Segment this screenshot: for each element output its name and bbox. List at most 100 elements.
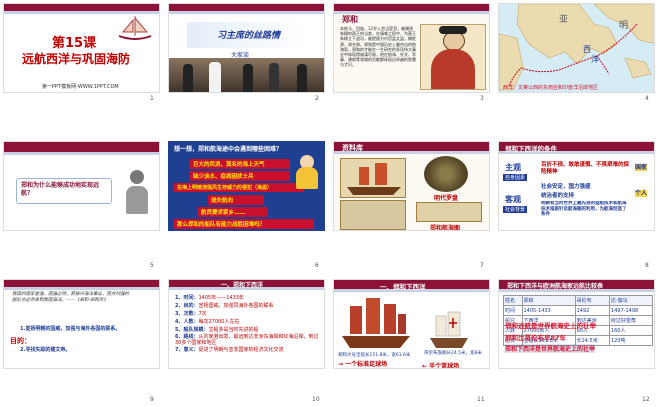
slide-thumb-5[interactable]: 郑和为什么能够成功地实现远航？	[3, 141, 160, 231]
info-val: 宝船多是当时先进的船	[208, 327, 259, 333]
question-box: 郑和为什么能够成功地实现远航？	[16, 178, 112, 204]
treasure-ship-caption: 郑和大号宝船长151.8米，宽61.6米	[338, 353, 411, 358]
slide-number: 4	[645, 95, 649, 102]
slide-number: 9	[150, 396, 154, 403]
nautical-chart	[340, 200, 406, 230]
question-text: 郑和为什么能够成功地实现远航？	[21, 182, 100, 197]
slide-heading: 郑和下西洋与欧洲航海家远航比较表	[507, 283, 604, 290]
compass-image	[416, 156, 476, 192]
info-key: 4、人数：	[175, 319, 199, 325]
item-2: 缺少淡水、疫病困扰士兵	[190, 171, 290, 181]
info-key: 2、目的：	[175, 303, 199, 309]
table-cell: 郑和	[521, 295, 576, 306]
photo-leaders	[169, 58, 324, 92]
slide-header-bar	[334, 4, 489, 14]
lesson-number: 第15课	[52, 36, 97, 51]
item-6: 那么郑和的船队有能力战胜困难吗？	[174, 219, 314, 229]
info-row: 2、目的：宣扬国威，加强同海外各国的联系	[175, 302, 321, 310]
info-val: 1405年——1433年	[198, 295, 244, 301]
slide-number: 8	[645, 262, 649, 269]
slide-number: 2	[315, 95, 319, 102]
overlay-text-1: 郑和远航是世界航海史上的壮举	[505, 322, 596, 330]
info-val: 每次27000人左右	[198, 319, 240, 325]
table-cell: 120吨	[608, 335, 654, 346]
purpose-1: 1.宣扬明朝的国威，加强与海外各国的联系。	[20, 326, 121, 332]
info-key: 3、次数：	[175, 311, 199, 317]
info-row: 5、船队规模：宝船多是当时先进的船	[175, 326, 321, 334]
map-label: 明	[619, 21, 629, 31]
columbus-ship-image	[426, 310, 472, 350]
slide-number: 11	[477, 396, 485, 403]
slide-title: 想一想，郑和航海途中会遇到哪些困难？	[174, 146, 283, 153]
info-row: 1、时间：1405年——1433年	[175, 294, 321, 302]
table-header-row: 姓名 郑和 哥伦布 达·伽马	[503, 295, 654, 306]
body-text: 本姓马，回族，12岁入宫当宦官，被赐则朱棣的燕王府当差，在靖难之役中，为燕王朱棣…	[340, 26, 416, 68]
info-val: 宣扬国威，加强同海外各国的联系	[198, 303, 274, 309]
lesson-title: 远航西洋与巩固海防	[22, 52, 131, 66]
banner-image: 习主席的丝路情	[187, 22, 309, 48]
slide-number: 3	[480, 95, 484, 102]
slide-thumb-10[interactable]: 一、郑和下西洋 1、时间：1405年——1433年 2、目的：宣扬国威，加强同海…	[168, 279, 325, 369]
overlay-text-3: 郑和下西洋是世界航海史上的壮举	[505, 344, 596, 353]
info-row: 7、意义：促进了明朝与亚非国家的经济文化交流	[175, 346, 321, 354]
slide-thumb-2[interactable]: 习主席的丝路情 大家谈	[168, 3, 325, 93]
info-key: 5、船队规模：	[175, 327, 209, 333]
basketball-compare: ← 半个篮球场	[422, 363, 460, 369]
map-caption: 西洋：文莱以西的东南亚和印度洋沿岸地区	[503, 85, 599, 91]
info-val: 7次	[198, 311, 207, 317]
item-4: 迷失航向	[208, 195, 264, 205]
objective-text-3: 明朝有当时世界上最先进的造船技术和航海技术指南针及航海图的利用，为航海创造了条件	[541, 201, 627, 217]
slide-thumb-8[interactable]: 郑和下西洋的条件 主观 自身因素 百折不挠、敢敢谨慎、不畏艰难的探险精神 客观 …	[498, 141, 655, 231]
slide-thumb-1[interactable]: 第15课 远航西洋与巩固海防 第一PPT模板网-WWW.1PPT.COM	[3, 3, 160, 93]
subjective-text: 百折不挠、敢敢谨慎、不畏艰难的探险精神	[541, 162, 630, 175]
table-cell: 哥伦布	[574, 295, 610, 306]
slide-number: 1	[150, 95, 154, 102]
thinking-figure	[122, 170, 152, 214]
table-cell: 1492	[574, 305, 610, 316]
ship-painting	[340, 158, 406, 198]
table-cell: 160人	[608, 325, 654, 336]
slide-number: 12	[642, 396, 650, 403]
slide-heading: 郑和	[342, 15, 358, 24]
map-image: 亚 明 西 洋 西洋：文莱以西的东南亚和印度洋沿岸地区	[499, 4, 654, 92]
map-label: 亚	[559, 15, 569, 25]
item-1: 巨大的风浪、莫名的海上天气	[190, 159, 290, 169]
table-row: 时间 1405-1433 1492 1497-1498	[503, 305, 654, 316]
table-cell: 时间	[503, 305, 523, 316]
chart-label: 郑和航海图	[430, 225, 461, 231]
slide-thumb-4[interactable]: 亚 明 西 洋 西洋：文莱以西的东南亚和印度洋沿岸地区	[498, 3, 655, 93]
map-label: 洋	[591, 55, 599, 64]
side-tag-1: 国家	[635, 164, 648, 171]
slide-thumb-6[interactable]: 想一想，郑和航海途中会遇到哪些困难？ 巨大的风浪、莫名的海上天气 缺少淡水、疫病…	[168, 141, 325, 231]
slide-thumb-12[interactable]: 郑和下西洋与欧洲航海家远航比较表 姓名 郑和 哥伦布 达·伽马 时间 1405-…	[498, 279, 655, 369]
subjective-tag: 自身因素	[503, 174, 528, 181]
slide-thumb-7[interactable]: 资料库 明代罗盘 郑和航海图	[333, 141, 490, 231]
slide-header-bar	[169, 4, 324, 14]
info-row: 6、路线：从刘家港出发，最远到达非洲东海岸和红海沿岸，到过30多个国家和地区	[175, 334, 321, 346]
slide-heading: 郑和下西洋的条件	[505, 145, 557, 153]
side-tag-2: 个人	[635, 190, 648, 197]
overlay-text-2: 郑和比哥伦布早87年	[505, 334, 567, 342]
info-row: 4、人数：每次27000人左右	[175, 318, 321, 326]
slide-header-bar	[4, 4, 159, 14]
purpose-label: 目的：	[10, 337, 31, 345]
slide-heading: 一、郑和下西洋	[221, 282, 264, 289]
treasure-ship-image	[338, 296, 414, 350]
table-cell: 达·伽马	[608, 295, 654, 306]
columbus-ship-caption: 哥伦布旗舰长24.5米，宽8米	[424, 351, 482, 356]
slide-heading: 一、郑和下西洋	[380, 283, 426, 291]
slide-number: 10	[312, 396, 320, 403]
nautical-chart-2	[416, 202, 482, 222]
slide-thumb-9[interactable]: 我国的国家富强，国强必然，若振兴海洋事业，西方列强的舰队也必然来到我国海洋。——…	[3, 279, 160, 369]
table-cell: 姓名	[503, 295, 523, 306]
info-row: 3、次数：7次	[175, 310, 321, 318]
slide-header-bar	[4, 280, 159, 290]
slide-thumb-3[interactable]: 郑和 本姓马，回族，12岁入宫当宦官，被赐则朱棣的燕王府当差，在靖难之役中，为燕…	[333, 3, 490, 93]
slide-thumb-11[interactable]: 一、郑和下西洋 郑和大号宝船长151.8米，宽61.6米 → 一个标准足球场 哥…	[333, 279, 490, 369]
slide-number: 6	[315, 262, 319, 269]
objective-text-2: 统治者的支持	[541, 193, 575, 199]
quote-text: 我国的国家富强，国强必然，若振兴海洋事业，西方列强的舰队也必然来到我国海洋。——…	[12, 292, 129, 303]
banner-text: 习主席的丝路情	[217, 31, 281, 41]
subjective-label: 主观	[505, 163, 521, 172]
purpose-2: 2.寻找失踪的建文帝。	[20, 347, 71, 353]
